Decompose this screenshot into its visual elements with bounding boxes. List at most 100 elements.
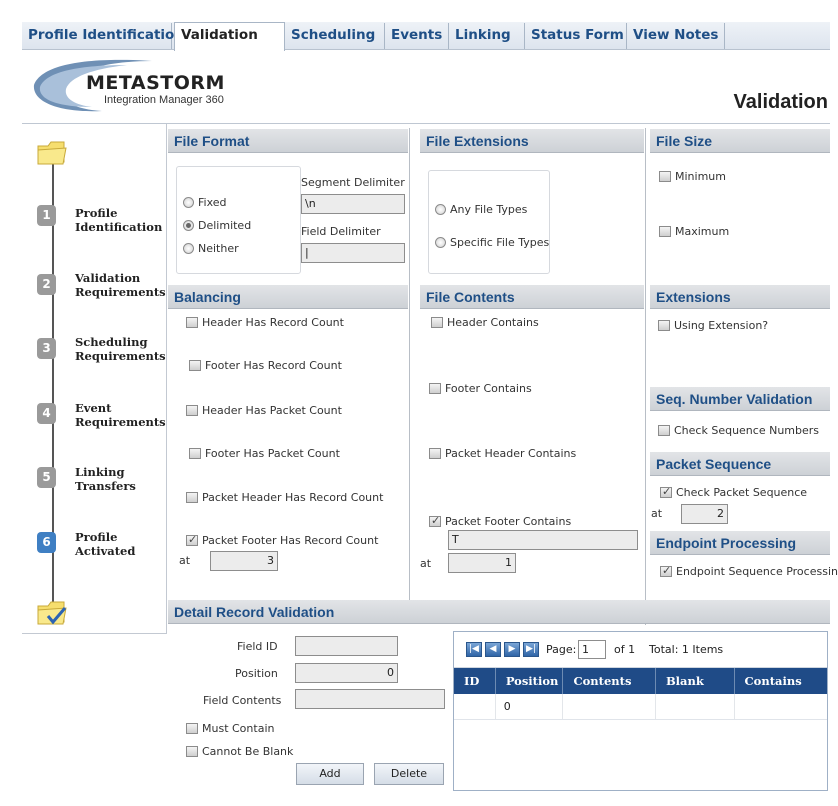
radio-delimited-label: Delimited	[198, 219, 252, 232]
header-contains-label: Header Contains	[447, 316, 539, 329]
field-id-input[interactable]	[295, 636, 398, 656]
packet-footer-record-count-checkbox[interactable]: Packet Footer Has Record Count	[186, 533, 378, 547]
prev-page-icon[interactable]: ◀	[485, 642, 501, 657]
maximum-checkbox[interactable]: Maximum	[659, 225, 729, 238]
footer-record-count-label: Footer Has Record Count	[205, 359, 342, 372]
radio-specific-dot	[435, 237, 446, 248]
radio-fixed-label: Fixed	[198, 196, 227, 209]
step-1-label[interactable]: Profile Identification	[75, 206, 167, 234]
footer-contains-checkbox[interactable]: Footer Contains	[429, 382, 532, 395]
radio-specific-label: Specific File Types	[450, 236, 550, 249]
page-input[interactable]: 1	[578, 640, 606, 659]
logo-brand: METASTORM	[86, 72, 225, 94]
using-extension-checkbox[interactable]: Using Extension?	[658, 319, 768, 332]
step-3-badge: 3	[37, 338, 56, 359]
tab-events[interactable]: Events	[385, 23, 449, 49]
tab-linking[interactable]: Linking	[449, 23, 525, 49]
radio-any-dot	[435, 204, 446, 215]
radio-neither-label: Neither	[198, 242, 239, 255]
cell-contents	[563, 694, 656, 719]
radio-fixed-dot	[183, 197, 194, 208]
step-5-badge: 5	[37, 467, 56, 488]
packet-footer-contains-checkbox[interactable]: Packet Footer Contains	[429, 514, 572, 528]
step-2-label[interactable]: Validation Requirements	[75, 271, 167, 299]
balancing-at-input[interactable]: 3	[210, 551, 278, 571]
grid-col-position[interactable]: Position	[496, 668, 564, 694]
radio-delimited[interactable]: Delimited	[183, 219, 251, 232]
tab-validation[interactable]: Validation	[174, 22, 285, 51]
delete-button[interactable]: Delete	[374, 763, 444, 785]
first-page-icon[interactable]: |◀	[466, 642, 482, 657]
radio-any-label: Any File Types	[450, 203, 528, 216]
table-row[interactable]: 0	[454, 694, 827, 720]
file-contents-at-input[interactable]: 1	[448, 553, 516, 573]
packet-sequence-at-input[interactable]: 2	[681, 504, 728, 524]
radio-specific-file-types[interactable]: Specific File Types	[435, 236, 549, 249]
detail-record-grid: |◀ ◀ ▶ ▶| Page: 1 of 1 Total: 1 Items ID…	[453, 631, 828, 791]
page-title: Validation	[733, 91, 828, 113]
radio-neither-dot	[183, 243, 194, 254]
step-3-label[interactable]: Scheduling Requirements	[75, 335, 167, 363]
step-5-label[interactable]: Linking Transfers	[75, 465, 167, 493]
footer-packet-count-checkbox[interactable]: Footer Has Packet Count	[189, 447, 340, 460]
packet-header-record-count-checkbox[interactable]: Packet Header Has Record Count	[186, 491, 383, 504]
last-page-icon[interactable]: ▶|	[523, 642, 539, 657]
folder-icon	[36, 140, 68, 169]
radio-any-file-types[interactable]: Any File Types	[435, 203, 527, 216]
tab-scheduling[interactable]: Scheduling	[285, 23, 385, 49]
cell-contains	[735, 694, 827, 719]
cbox	[658, 320, 670, 331]
check-packet-sequence-checkbox[interactable]: Check Packet Sequence	[660, 485, 808, 499]
cbox	[429, 383, 441, 394]
packet-sequence-header: Packet Sequence	[650, 452, 830, 476]
footer-packet-count-label: Footer Has Packet Count	[205, 447, 340, 460]
next-page-icon[interactable]: ▶	[504, 642, 520, 657]
footer-record-count-checkbox[interactable]: Footer Has Record Count	[189, 359, 342, 372]
grid-header-row: ID Position Contents Blank Contains	[454, 668, 827, 694]
cbox-checked	[186, 533, 198, 546]
balancing-header: Balancing	[168, 285, 408, 309]
endpoint-processing-header: Endpoint Processing	[650, 531, 830, 555]
grid-col-contains[interactable]: Contains	[735, 668, 827, 694]
endpoint-sequence-processing-checkbox[interactable]: Endpoint Sequence Processing	[660, 564, 838, 578]
field-delimiter-input[interactable]: |	[301, 243, 405, 263]
file-contents-header: File Contents	[420, 285, 644, 309]
packet-footer-contains-input[interactable]: T	[448, 530, 638, 550]
tab-view-notes[interactable]: View Notes	[627, 23, 725, 49]
step-6-label[interactable]: Profile Activated	[75, 530, 167, 558]
cell-blank	[656, 694, 735, 719]
tab-status-form[interactable]: Status Form	[525, 23, 627, 49]
detail-record-validation-header: Detail Record Validation	[168, 600, 830, 624]
header-record-count-checkbox[interactable]: Header Has Record Count	[186, 316, 344, 329]
add-button[interactable]: Add	[296, 763, 364, 785]
total-items-label: Total: 1 Items	[649, 643, 724, 656]
grid-col-contents[interactable]: Contents	[563, 668, 656, 694]
cannot-be-blank-checkbox[interactable]: Cannot Be Blank	[186, 745, 293, 758]
must-contain-checkbox[interactable]: Must Contain	[186, 722, 274, 735]
check-sequence-numbers-checkbox[interactable]: Check Sequence Numbers	[658, 424, 819, 437]
tab-profile-identification[interactable]: Profile Identification	[22, 23, 184, 49]
cbox	[429, 448, 441, 459]
cbox	[189, 360, 201, 371]
position-input[interactable]: 0	[295, 663, 398, 683]
minimum-checkbox[interactable]: Minimum	[659, 170, 726, 183]
segment-delimiter-input[interactable]: \n	[301, 194, 405, 214]
grid-col-id[interactable]: ID	[454, 668, 496, 694]
packet-header-record-count-label: Packet Header Has Record Count	[202, 491, 384, 504]
file-contents-at-label: at	[420, 557, 432, 570]
grid-col-blank[interactable]: Blank	[656, 668, 735, 694]
check-packet-sequence-label: Check Packet Sequence	[676, 486, 808, 499]
header-packet-count-checkbox[interactable]: Header Has Packet Count	[186, 404, 342, 417]
packet-footer-contains-label: Packet Footer Contains	[445, 515, 572, 528]
cbox	[431, 317, 443, 328]
packet-header-contains-checkbox[interactable]: Packet Header Contains	[429, 447, 576, 460]
header-packet-count-label: Header Has Packet Count	[202, 404, 342, 417]
maximum-label: Maximum	[675, 225, 730, 238]
maximum-box	[659, 226, 671, 237]
header-contains-checkbox[interactable]: Header Contains	[431, 316, 539, 329]
radio-neither[interactable]: Neither	[183, 242, 239, 255]
field-contents-input[interactable]	[295, 689, 445, 709]
step-4-label[interactable]: Event Requirements	[75, 401, 167, 429]
footer-contains-label: Footer Contains	[445, 382, 532, 395]
radio-fixed[interactable]: Fixed	[183, 196, 227, 209]
